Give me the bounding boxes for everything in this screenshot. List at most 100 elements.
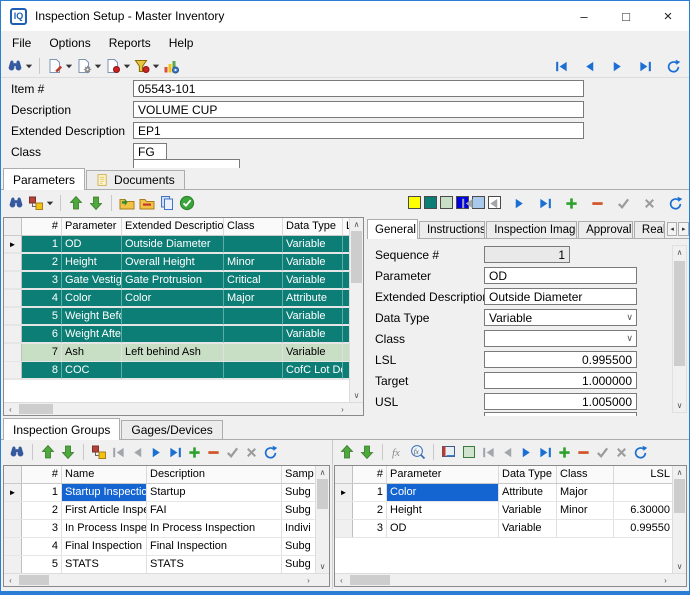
search-dropdown-icon[interactable] <box>25 55 34 77</box>
cell[interactable]: Variable <box>499 520 557 537</box>
horizontal-scrollbar[interactable]: ‹› <box>4 573 329 586</box>
table-row[interactable]: ►1ColorAttributeMajor <box>335 484 672 502</box>
scrollbar-thumb[interactable] <box>19 575 49 585</box>
row-selector[interactable]: ► <box>4 236 22 253</box>
column-header[interactable]: # <box>22 218 62 235</box>
cell[interactable]: 4 <box>22 538 62 555</box>
layout-button[interactable] <box>26 192 46 214</box>
formula-preview-button[interactable] <box>408 441 428 463</box>
cell[interactable]: COC <box>62 362 122 379</box>
scroll-right-icon[interactable]: › <box>659 574 672 587</box>
cell[interactable]: Major <box>224 290 283 307</box>
cell[interactable]: Outside Diameter <box>122 236 224 253</box>
column-header[interactable]: LSL <box>614 466 672 483</box>
cell[interactable]: Variable <box>283 308 343 325</box>
cell[interactable]: Color <box>62 290 122 307</box>
lsl-field[interactable]: 0.995500 <box>484 351 637 368</box>
cell[interactable] <box>224 344 283 361</box>
import-group-button[interactable] <box>117 192 137 214</box>
cell[interactable]: Major <box>557 484 614 501</box>
tab-general[interactable]: General <box>367 219 418 239</box>
table-row[interactable]: ►1Startup InspectionStartupSubg <box>4 484 315 502</box>
cell[interactable]: 0.99550 <box>614 520 672 537</box>
cell[interactable]: Ash <box>62 344 122 361</box>
search-button[interactable] <box>5 55 25 77</box>
row-selector[interactable] <box>4 308 22 325</box>
clipped-field[interactable] <box>133 159 240 168</box>
cell[interactable]: 1 <box>353 484 387 501</box>
row-selector[interactable] <box>4 290 22 307</box>
cell[interactable]: Startup <box>147 484 282 501</box>
next-row-button[interactable] <box>510 192 529 214</box>
tab-parameters[interactable]: Parameters <box>3 168 85 190</box>
tab-realtime[interactable]: RealTi <box>634 221 665 238</box>
scroll-up-icon[interactable]: ∧ <box>673 246 686 259</box>
menu-file[interactable]: File <box>3 34 40 52</box>
cell[interactable]: Variable <box>283 254 343 271</box>
cell[interactable]: Height <box>387 502 499 519</box>
description-field[interactable]: VOLUME CUP <box>133 101 584 118</box>
tab-scroll-left-icon[interactable]: ◂ <box>667 222 678 236</box>
refresh-rows-button[interactable] <box>666 192 685 214</box>
move-param-up-button[interactable] <box>337 441 357 463</box>
delete-param-button[interactable] <box>574 441 593 463</box>
horizontal-scrollbar[interactable]: ‹› <box>4 402 363 415</box>
sequence-field[interactable]: 1 <box>484 246 570 263</box>
cell[interactable]: OD <box>387 520 499 537</box>
column-header[interactable]: # <box>22 466 62 483</box>
cell[interactable]: Subg <box>282 502 315 519</box>
approve-button[interactable] <box>177 192 197 214</box>
usl-field[interactable]: 1.005000 <box>484 393 637 410</box>
cell[interactable]: Final Inspection <box>62 538 147 555</box>
column-header[interactable]: Parameter <box>62 218 122 235</box>
cell[interactable]: Variable <box>283 236 343 253</box>
scroll-up-icon[interactable]: ∧ <box>673 466 686 479</box>
menu-reports[interactable]: Reports <box>100 34 160 52</box>
vertical-scrollbar[interactable]: ∧ ∨ <box>672 245 687 413</box>
tab-inspection-image[interactable]: Inspection Image <box>486 221 577 238</box>
horizontal-scrollbar[interactable]: ‹› <box>335 573 686 586</box>
table-row[interactable]: 4ColorColorMajorAttribute <box>4 290 349 308</box>
cell[interactable]: Subg <box>282 484 315 501</box>
cell[interactable] <box>557 520 614 537</box>
scroll-left-icon[interactable]: ‹ <box>335 574 348 587</box>
minimize-button[interactable]: – <box>563 1 605 31</box>
cell[interactable]: 3 <box>22 272 62 289</box>
scroll-left-icon[interactable]: ‹ <box>4 403 17 416</box>
delete-group-button[interactable] <box>204 441 223 463</box>
cell[interactable]: In Process Inspection <box>62 520 147 537</box>
cell[interactable]: First Article Inspection <box>62 502 147 519</box>
refresh-params-button[interactable] <box>631 441 650 463</box>
previous-row-button[interactable] <box>484 192 503 214</box>
cell[interactable]: 6.30000 <box>614 502 672 519</box>
cell[interactable]: Startup Inspection <box>62 484 147 501</box>
cell[interactable]: Variable <box>283 344 343 361</box>
document-record-dropdown-icon[interactable] <box>123 55 132 77</box>
column-header[interactable]: Class <box>557 466 614 483</box>
menu-help[interactable]: Help <box>160 34 203 52</box>
data-type-select[interactable]: Variable∨ <box>484 309 637 326</box>
last-row-button[interactable] <box>536 192 555 214</box>
cell[interactable]: Weight Before <box>62 308 122 325</box>
layout-button[interactable] <box>89 441 109 463</box>
cell[interactable]: 5 <box>22 308 62 325</box>
row-selector[interactable] <box>4 254 22 271</box>
delete-row-button[interactable] <box>588 192 607 214</box>
edit-document-dropdown-icon[interactable] <box>65 55 74 77</box>
target-field[interactable]: 1.000000 <box>484 372 637 389</box>
cell[interactable]: Minor <box>557 502 614 519</box>
cell[interactable] <box>122 362 224 379</box>
last-record-button[interactable] <box>636 55 655 77</box>
cell[interactable]: Variable <box>283 326 343 343</box>
last-param-button[interactable] <box>536 441 555 463</box>
vertical-scrollbar[interactable]: ∧∨ <box>672 466 686 573</box>
scroll-up-icon[interactable]: ∧ <box>316 466 329 479</box>
row-selector[interactable] <box>4 344 22 361</box>
previous-param-button[interactable] <box>498 441 517 463</box>
item-number-field[interactable]: 05543-101 <box>133 80 584 97</box>
row-selector[interactable]: ► <box>4 484 22 501</box>
cell[interactable]: OD <box>62 236 122 253</box>
cell[interactable] <box>224 326 283 343</box>
tab-inspection-groups[interactable]: Inspection Groups <box>3 418 120 440</box>
refresh-button[interactable] <box>664 55 683 77</box>
